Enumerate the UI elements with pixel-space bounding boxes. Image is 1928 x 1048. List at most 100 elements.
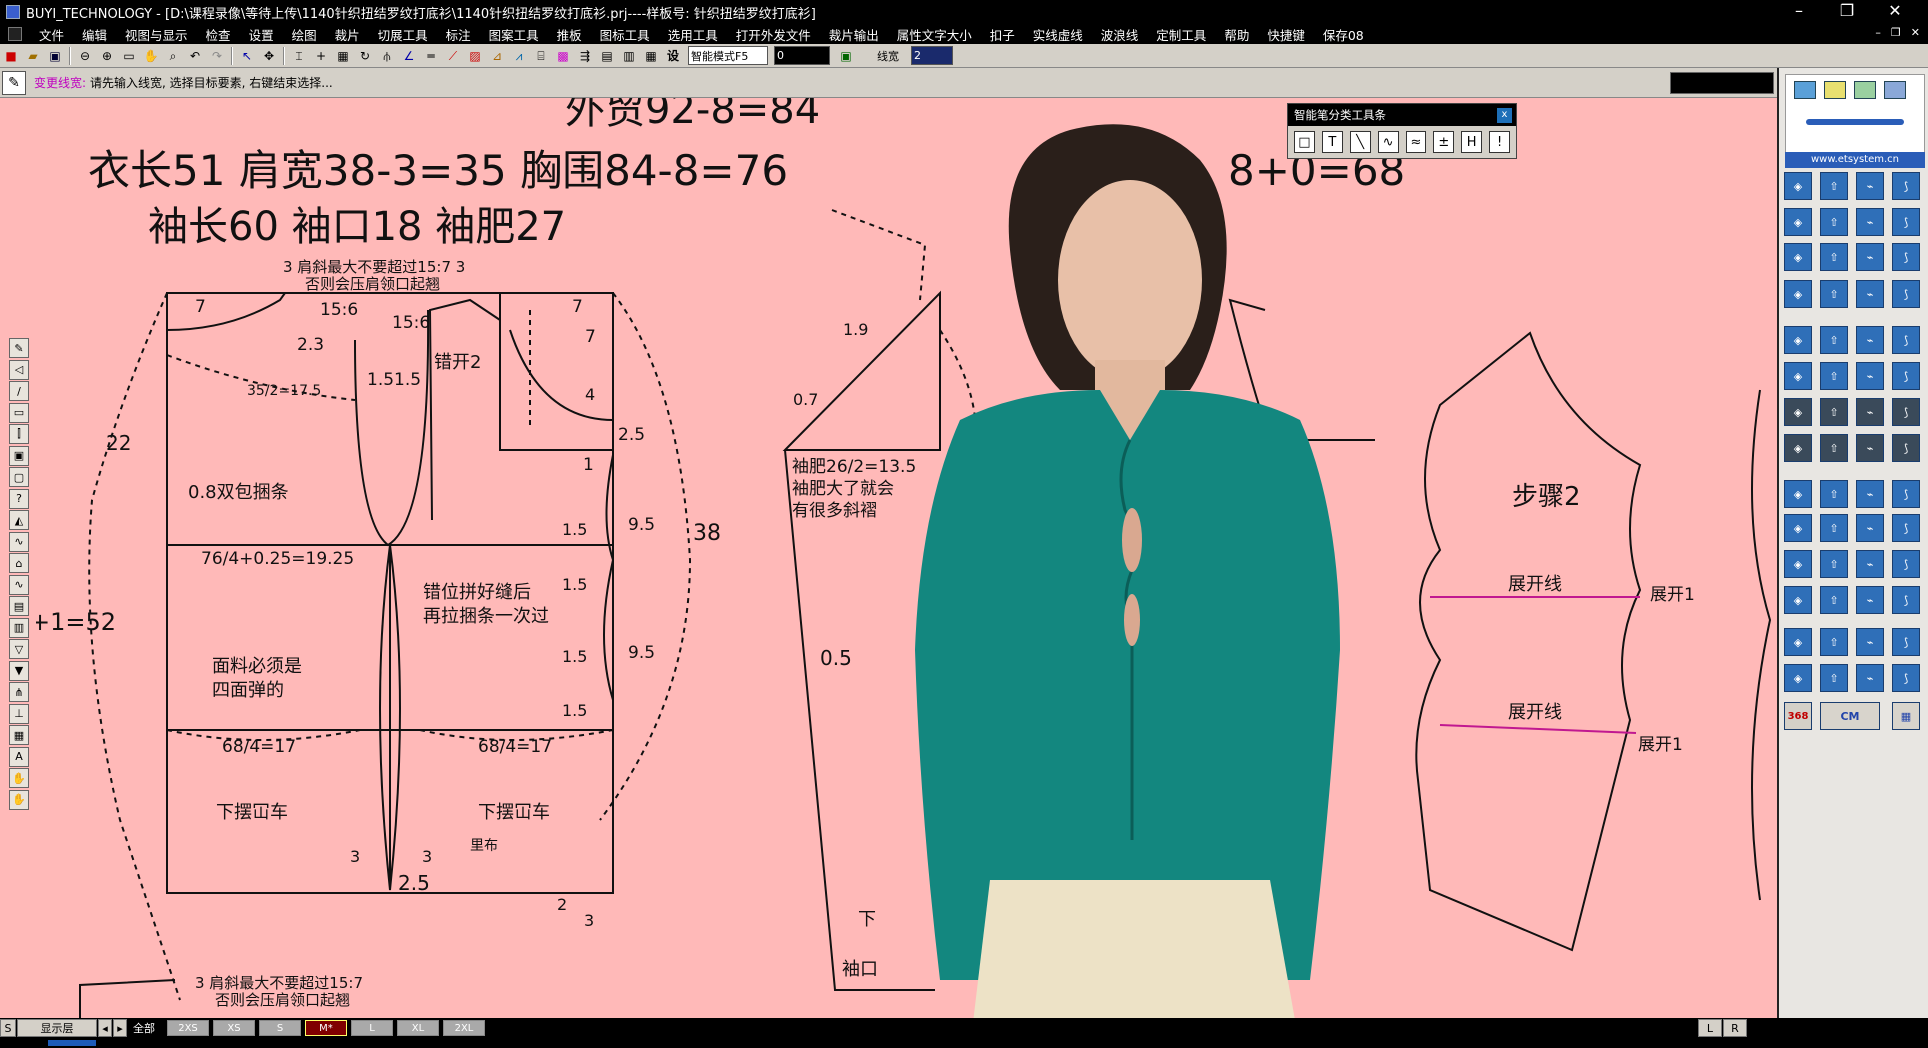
menu-item-9[interactable]: 图案工具 — [480, 25, 548, 44]
box-tool-icon[interactable]: ▢ — [9, 467, 29, 487]
menu-item-6[interactable]: 裁片 — [326, 25, 369, 44]
menu-item-14[interactable]: 裁片输出 — [820, 25, 888, 44]
panel-tool-icon-27[interactable]: ⟆ — [1892, 398, 1920, 426]
panel-tool-icon-13[interactable]: ⇧ — [1820, 280, 1848, 308]
panel-tool-icon-39[interactable]: ⟆ — [1892, 514, 1920, 542]
menu-item-11[interactable]: 图标工具 — [591, 25, 659, 44]
angle-line-icon[interactable]: ∠ — [399, 46, 419, 66]
hatch-tool-icon[interactable]: ▨ — [465, 46, 485, 66]
panel-tool-icon-8[interactable]: ◈ — [1784, 243, 1812, 271]
panel-tool-icon-32[interactable]: ◈ — [1784, 480, 1812, 508]
panel-tool-icon-35[interactable]: ⟆ — [1892, 480, 1920, 508]
layer-select[interactable]: 显示层 — [17, 1019, 97, 1037]
stack-tool-icon[interactable]: ▥ — [9, 617, 29, 638]
grab-tool-icon[interactable]: ✋ — [9, 789, 29, 810]
panel-tool-icon-16[interactable]: ◈ — [1784, 326, 1812, 354]
arc-tool-icon[interactable]: ◁ — [9, 359, 29, 380]
layer-tool-icon[interactable]: ▤ — [9, 596, 29, 616]
panel-tool-icon-17[interactable]: ⇧ — [1820, 326, 1848, 354]
panel-tool-icon-48[interactable]: ◈ — [1784, 628, 1812, 656]
panel-tool-icon-42[interactable]: ⌁ — [1856, 550, 1884, 578]
panel-tool-icon-51[interactable]: ⟆ — [1892, 628, 1920, 656]
panel-tool-icon-23[interactable]: ⟆ — [1892, 362, 1920, 390]
panel-tool-icon-6[interactable]: ⌁ — [1856, 208, 1884, 236]
curve-edit-icon[interactable]: ∿ — [9, 531, 29, 552]
size-button-0[interactable]: 2XS — [167, 1020, 209, 1036]
measure-tool-icon[interactable]: ⊿ — [487, 46, 507, 66]
mirror-icon[interactable]: ⫛ — [377, 46, 397, 66]
size-button-5[interactable]: XL — [397, 1020, 439, 1036]
size-button-1[interactable]: XS — [213, 1020, 255, 1036]
logo-icon-3[interactable] — [1854, 81, 1876, 99]
mdi-close-button[interactable]: ✕ — [1911, 26, 1920, 39]
menu-item-3[interactable]: 检查 — [197, 25, 240, 44]
menu-item-8[interactable]: 标注 — [437, 25, 480, 44]
panel-tool-icon-20[interactable]: ◈ — [1784, 362, 1812, 390]
panel-tool-icon-24[interactable]: ◈ — [1784, 398, 1812, 426]
color-palette-icon[interactable]: ▩ — [553, 46, 573, 66]
panel-tool-icon-34[interactable]: ⌁ — [1856, 480, 1884, 508]
panel-tool-icon-3[interactable]: ⟆ — [1892, 172, 1920, 200]
menu-item-19[interactable]: 定制工具 — [1147, 25, 1215, 44]
undo-icon[interactable]: ↶ — [185, 46, 205, 66]
square-tool-icon[interactable]: ▣ — [9, 445, 29, 466]
mdi-restore-button[interactable]: ❐ — [1891, 26, 1901, 39]
mdi-minimize-button[interactable]: – — [1875, 26, 1881, 39]
panel-tool-icon-54[interactable]: ⌁ — [1856, 664, 1884, 692]
menu-item-18[interactable]: 波浪线 — [1092, 25, 1148, 44]
hand-tool-icon[interactable]: ✋ — [9, 768, 29, 788]
panel-tool-icon-5[interactable]: ⇧ — [1820, 208, 1848, 236]
panel-tool-icon-9[interactable]: ⇧ — [1820, 243, 1848, 271]
panel-tool-icon-46[interactable]: ⌁ — [1856, 586, 1884, 614]
seam-tool-icon[interactable]: ◭ — [9, 510, 29, 530]
panel-tool-icon-33[interactable]: ⇧ — [1820, 480, 1848, 508]
redo-icon[interactable]: ↷ — [207, 46, 227, 66]
panel-tool-icon-1[interactable]: ⇧ — [1820, 172, 1848, 200]
point-tool-icon[interactable]: ⌶ — [289, 46, 309, 66]
all-sizes-label[interactable]: 全部 — [128, 1019, 160, 1037]
panel-tool-icon-19[interactable]: ⟆ — [1892, 326, 1920, 354]
fit-window-icon[interactable]: ▭ — [119, 46, 139, 66]
logo-icon-2[interactable] — [1824, 81, 1846, 99]
close-button[interactable]: ✕ — [1872, 0, 1918, 24]
smart-pen-close-button[interactable]: x — [1497, 108, 1512, 123]
panel-368-icon[interactable]: 368 — [1784, 702, 1812, 730]
panel-tool-icon-52[interactable]: ◈ — [1784, 664, 1812, 692]
text-tool-icon[interactable]: A — [9, 746, 29, 767]
minimize-button[interactable]: – — [1776, 0, 1822, 24]
menu-item-21[interactable]: 快捷键 — [1258, 25, 1314, 44]
panel-tool-icon-50[interactable]: ⌁ — [1856, 628, 1884, 656]
panel-tool-icon-40[interactable]: ◈ — [1784, 550, 1812, 578]
size-button-3[interactable]: M* — [305, 1020, 347, 1036]
panel-tool-icon-22[interactable]: ⌁ — [1856, 362, 1884, 390]
menu-item-17[interactable]: 实线虚线 — [1024, 25, 1092, 44]
notch-tool-icon[interactable]: ⇶ — [575, 46, 595, 66]
panel-tool-icon-31[interactable]: ⟆ — [1892, 434, 1920, 462]
help-icon[interactable]: ? — [9, 488, 29, 509]
smart-pen-icon[interactable]: ✎ — [9, 338, 29, 358]
save-icon[interactable]: ▣ — [45, 46, 65, 66]
confirm-icon[interactable]: ▣ — [836, 46, 856, 66]
panel-tool-icon-25[interactable]: ⇧ — [1820, 398, 1848, 426]
menu-item-13[interactable]: 打开外发文件 — [727, 25, 820, 44]
calculator-icon[interactable]: ▦ — [1892, 702, 1920, 730]
move-icon[interactable]: ✥ — [259, 46, 279, 66]
line-width-input[interactable]: 2 — [911, 46, 953, 65]
mark-tool-icon[interactable]: ! — [1489, 131, 1510, 153]
panel-tool-icon-47[interactable]: ⟆ — [1892, 586, 1920, 614]
panel-tool-icon-36[interactable]: ◈ — [1784, 514, 1812, 542]
line-tool-icon[interactable]: / — [9, 381, 29, 401]
panel-tool-icon-10[interactable]: ⌁ — [1856, 243, 1884, 271]
panel-tool-icon-26[interactable]: ⌁ — [1856, 398, 1884, 426]
menu-item-15[interactable]: 属性文字大小 — [888, 25, 981, 44]
next-layer-button[interactable]: ▸ — [113, 1019, 127, 1037]
perpendicular-icon[interactable]: ⊥ — [9, 703, 29, 724]
select-arrow-icon[interactable]: ↖ — [237, 46, 257, 66]
logo-icon-1[interactable] — [1794, 81, 1816, 99]
h-tool-icon[interactable]: H — [1461, 131, 1483, 153]
open-file-icon[interactable]: ▰ — [23, 46, 43, 66]
panel-tool-icon-43[interactable]: ⟆ — [1892, 550, 1920, 578]
panel-tool-icon-14[interactable]: ⌁ — [1856, 280, 1884, 308]
size-button-6[interactable]: 2XL — [443, 1020, 485, 1036]
menu-item-20[interactable]: 帮助 — [1215, 25, 1258, 44]
